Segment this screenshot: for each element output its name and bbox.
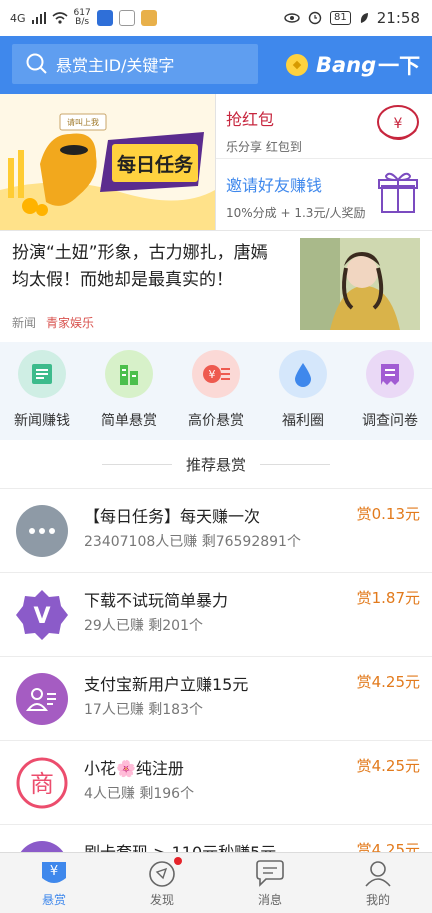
bang-label: Bang <box>316 53 377 77</box>
task-stats: 23407108人已赚 剩76592891个 <box>84 534 301 550</box>
reward-icon: ¥ <box>37 857 71 889</box>
coin-icon <box>286 54 308 76</box>
invite-friends-card[interactable]: 邀请好友赚钱 10%分成 + 1.3元/人奖励 <box>226 172 365 221</box>
category-label: 调查问卷 <box>362 413 418 429</box>
svg-text:商: 商 <box>30 770 54 798</box>
yen-stack-icon: ¥ <box>192 350 240 398</box>
svg-text:¥: ¥ <box>209 368 216 381</box>
search-input[interactable]: 悬赏主ID/关键字 <box>12 44 258 84</box>
task-title: 下载不试玩简单暴力 <box>84 591 229 610</box>
tab-reward[interactable]: ¥ 悬赏 <box>24 857 84 908</box>
task-stats: 17人已赚 剩183个 <box>84 702 203 718</box>
category-simple-reward[interactable]: 简单悬赏 <box>87 350 171 430</box>
app-notification-icon <box>96 10 113 26</box>
user-card-icon <box>16 673 68 725</box>
message-icon <box>253 857 287 889</box>
wechat-icon <box>118 10 135 26</box>
red-packet-icon: ¥ <box>377 105 419 140</box>
task-row[interactable]: 支付宝新用户立赚15元 17人已赚 剩183个 赏4.25元 <box>0 656 432 741</box>
task-stats: 29人已赚 剩201个 <box>84 618 203 634</box>
status-bar: 4G 617 B/s 81 21:58 <box>0 0 432 36</box>
bottom-tab-bar: ¥ 悬赏 发现 消息 我的 <box>0 852 432 913</box>
shop-icon: 商 <box>16 757 68 809</box>
daily-task-banner[interactable]: 请叫上我 每日任务 <box>0 94 215 230</box>
task-reward: 赏1.87元 <box>356 589 420 607</box>
category-bar: 新闻赚钱 简单悬赏 ¥ 高价悬赏 福利圈 调查问卷 <box>0 342 432 440</box>
profile-icon <box>361 857 395 889</box>
category-news-earn[interactable]: 新闻赚钱 <box>0 350 84 430</box>
tab-label: 发现 <box>149 893 174 907</box>
svg-text:¥: ¥ <box>394 116 403 132</box>
search-icon <box>26 53 47 74</box>
news-thumbnail <box>300 238 420 330</box>
task-reward: 赏4.25元 <box>356 757 420 775</box>
category-high-reward[interactable]: ¥ 高价悬赏 <box>174 350 258 430</box>
invite-title: 邀请好友赚钱 <box>226 176 323 195</box>
banner-sign: 请叫上我 <box>67 117 99 127</box>
category-welfare[interactable]: 福利圈 <box>261 350 345 430</box>
red-packet-title: 抢红包 <box>226 110 275 129</box>
clock: 21:58 <box>376 9 420 27</box>
eye-icon <box>284 13 300 23</box>
task-title: 小花🌸纯注册 <box>84 759 184 778</box>
task-row[interactable]: 商 小花🌸纯注册 4人已赚 剩196个 赏4.25元 <box>0 740 432 825</box>
task-title: 支付宝新用户立赚15元 <box>84 675 249 694</box>
section-title: 推荐悬赏 <box>185 455 246 474</box>
task-reward: 赏0.13元 <box>356 505 420 523</box>
task-title: 【每日任务】每天赚一次 <box>84 507 261 526</box>
water-drop-icon <box>279 350 327 398</box>
tab-discover[interactable]: 发现 <box>132 857 192 908</box>
category-label: 简单悬赏 <box>101 413 157 429</box>
tab-label: 悬赏 <box>41 893 66 907</box>
tab-messages[interactable]: 消息 <box>240 857 300 908</box>
recommended-header: 推荐悬赏 <box>0 440 432 488</box>
news-source: 青家娱乐 <box>46 316 95 330</box>
notification-dot <box>174 857 182 865</box>
svg-text:V: V <box>33 604 50 629</box>
alarm-icon <box>308 11 322 25</box>
red-packet-subtitle: 乐分享 红包到 <box>226 140 302 154</box>
wifi-icon <box>52 12 68 24</box>
news-item[interactable]: 扮演“土妞”形象，古力娜扎，唐嫣均太假！而她却是最真实的！ 新闻 青家娱乐 <box>0 230 432 342</box>
banner-illustration: 请叫上我 每日任务 <box>0 94 215 230</box>
task-row[interactable]: 【每日任务】每天赚一次 23407108人已赚 剩76592891个 赏0.13… <box>0 488 432 573</box>
news-icon <box>18 350 66 398</box>
category-survey[interactable]: 调查问卷 <box>348 350 432 430</box>
banner-title: 每日任务 <box>117 153 194 176</box>
task-row[interactable]: V 下载不试玩简单暴力 29人已赚 剩201个 赏1.87元 <box>0 572 432 657</box>
battery-indicator: 81 <box>330 11 351 25</box>
category-label: 高价悬赏 <box>188 413 244 429</box>
tab-label: 我的 <box>365 893 390 907</box>
news-category: 新闻 <box>12 316 37 330</box>
search-placeholder: 悬赏主ID/关键字 <box>56 56 175 75</box>
building-icon <box>105 350 153 398</box>
task-reward: 赏4.25元 <box>356 673 420 691</box>
svg-text:¥: ¥ <box>50 864 58 879</box>
news-title: 扮演“土妞”形象，古力娜扎，唐嫣均太假！而她却是最真实的！ <box>12 243 268 290</box>
news-meta: 新闻 青家娱乐 <box>12 314 94 331</box>
category-label: 福利圈 <box>282 413 324 429</box>
signal-indicator: 4G <box>10 11 26 25</box>
category-label: 新闻赚钱 <box>14 413 70 429</box>
promo-section: 请叫上我 每日任务 抢红包 乐分享 红包到 ¥ 邀请好友赚钱 10%分成 + 1… <box>0 94 432 231</box>
network-speed: 617 B/s <box>73 8 91 27</box>
tab-profile[interactable]: 我的 <box>348 857 408 908</box>
bang-button[interactable]: Bang 一下 <box>286 50 420 80</box>
leaf-icon <box>360 13 368 23</box>
app-badge-icon <box>140 10 157 26</box>
header-bar: 悬赏主ID/关键字 Bang 一下 <box>0 36 432 94</box>
survey-icon <box>366 350 414 398</box>
signal-bars-icon <box>31 12 46 24</box>
gift-icon <box>378 172 418 213</box>
v-badge-icon: V <box>16 589 68 641</box>
tab-label: 消息 <box>257 893 282 907</box>
red-packet-card[interactable]: 抢红包 乐分享 红包到 <box>226 106 302 155</box>
task-stats: 4人已赚 剩196个 <box>84 786 195 802</box>
more-dots-icon <box>16 505 68 557</box>
invite-subtitle: 10%分成 + 1.3元/人奖励 <box>226 206 366 220</box>
bang-suffix: 一下 <box>378 54 421 78</box>
